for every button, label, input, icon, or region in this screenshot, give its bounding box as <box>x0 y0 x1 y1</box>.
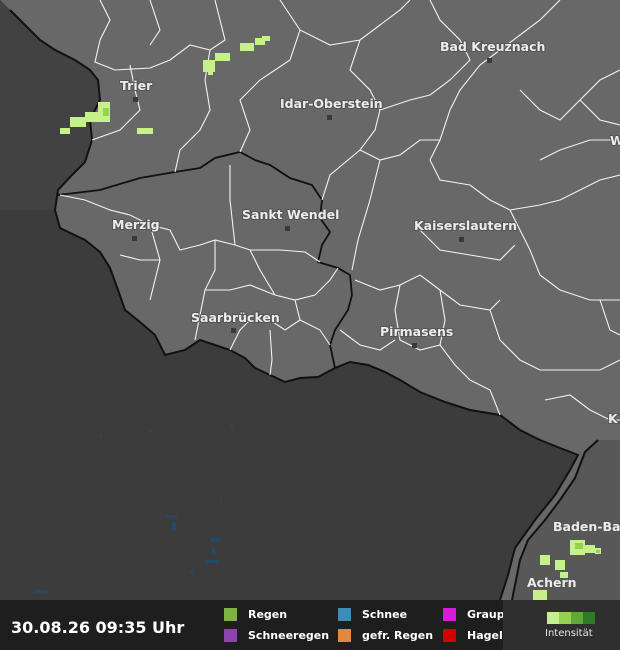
city-marker <box>487 58 492 63</box>
legend-label-schneeregen: Schneeregen <box>248 629 330 642</box>
legend-item-hagel: Hagel <box>443 629 503 642</box>
intensity-scale: Intensität <box>503 600 620 650</box>
city-label-merzig: Merzig <box>112 217 160 232</box>
legend-item-schneeregen: Schneeregen <box>224 629 329 642</box>
city-marker <box>412 343 417 348</box>
city-label-achern: Achern <box>527 575 577 590</box>
city-label-bad-kreuznach: Bad Kreuznach <box>440 39 545 54</box>
legend-label-hagel: Hagel <box>467 629 503 642</box>
legend-label-gefr-regen: gefr. Regen <box>362 629 434 642</box>
city-baden-baden: Baden-Ba <box>552 518 620 535</box>
legend-swatch-hagel <box>443 629 456 642</box>
intensity-step-4 <box>583 612 595 624</box>
city-label-sankt-wendel: Sankt Wendel <box>242 207 339 222</box>
city-marker <box>231 328 236 333</box>
intensity-label: Intensität <box>545 628 593 639</box>
city-marker <box>459 237 464 242</box>
legend-swatch-schneeregen <box>224 629 237 642</box>
map-footer: 30.08.26 09:35 Uhr Regen Schneeregen Sch… <box>0 600 620 650</box>
legend-label-schnee: Schnee <box>362 608 408 621</box>
city-label-kaiserslautern: Kaiserslautern <box>414 218 517 233</box>
legend-swatch-gefr-regen <box>338 629 351 642</box>
intensity-step-2 <box>559 612 571 624</box>
edge-label-k: K <box>608 411 619 426</box>
city-marker <box>132 236 137 241</box>
city-label-pirmasens: Pirmasens <box>380 324 453 339</box>
legend-swatch-regen <box>224 608 237 621</box>
city-label-trier: Trier <box>120 78 153 93</box>
legend-item-gefr-regen: gefr. Regen <box>338 629 433 642</box>
intensity-step-3 <box>571 612 583 624</box>
legend-swatch-graupel <box>443 608 456 621</box>
legend-label-regen: Regen <box>248 608 288 621</box>
city-label-baden-baden: Baden-Ba <box>553 519 620 534</box>
legend-swatch-schnee <box>338 608 351 621</box>
city-achern: Achern <box>526 574 578 591</box>
radar-timestamp: 30.08.26 09:35 Uhr <box>11 618 185 637</box>
intensity-step-1 <box>547 612 559 624</box>
city-marker <box>327 115 332 120</box>
legend-item-schnee: Schnee <box>338 608 407 621</box>
city-marker <box>133 97 138 102</box>
legend-item-regen: Regen <box>224 608 287 621</box>
intensity-bar <box>547 612 595 624</box>
city-label-saarbruecken: Saarbrücken <box>191 310 280 325</box>
edge-label-w: W <box>610 133 620 148</box>
radar-map[interactable]: Trier Bad Kreuznach Idar-Oberstein Merzi… <box>0 0 620 600</box>
city-label-idar-oberstein: Idar-Oberstein <box>280 96 383 111</box>
city-marker <box>285 226 290 231</box>
